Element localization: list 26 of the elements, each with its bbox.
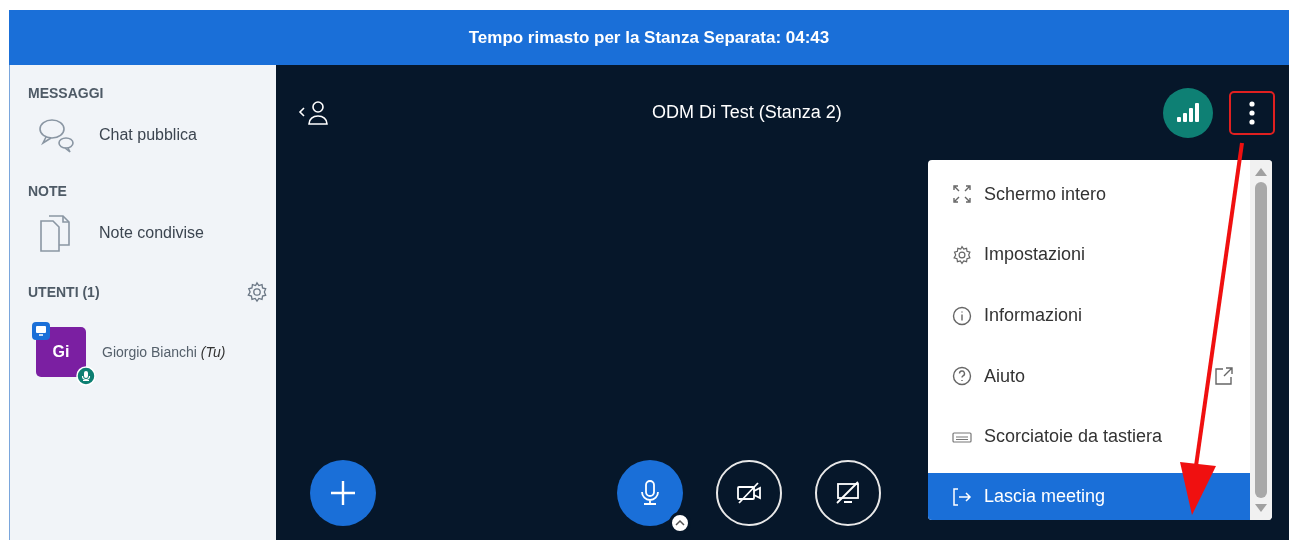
settings-icon [952, 244, 972, 265]
menu-item[interactable]: Scorciatoie da tastiera [928, 406, 1250, 468]
expand-icon [952, 184, 972, 205]
menu-item[interactable]: Schermo intero [928, 164, 1250, 225]
signal-bars-icon[interactable] [1163, 87, 1213, 138]
info-icon [952, 305, 972, 326]
meeting-title: ODM Di Test (Stanza 2) [652, 102, 843, 123]
section-heading: UTENTI (1) [28, 284, 100, 300]
help-icon [952, 366, 972, 387]
section-heading: NOTE [28, 183, 68, 199]
menu-item[interactable]: Impostazioni [928, 224, 1250, 286]
settings-icon[interactable] [246, 281, 268, 303]
screen-share-button[interactable] [815, 460, 881, 526]
sidebar-item[interactable]: Note condivise [99, 224, 204, 242]
plus-icon [328, 478, 358, 508]
exit-icon [952, 486, 972, 507]
sidebar-item[interactable]: Chat pubblica [99, 126, 197, 144]
menu-item[interactable]: Aiuto [928, 345, 1250, 407]
menu-item[interactable]: Lascia meeting [928, 473, 1250, 520]
menu-item[interactable]: Informazioni [928, 285, 1250, 346]
timer-text: Tempo rimasto per la Stanza Separata: 04:43 [468, 27, 830, 48]
user-name[interactable]: Giorgio Bianchi (Tu) [102, 344, 226, 360]
scrollbar-thumb[interactable] [1255, 182, 1267, 498]
camera-button[interactable] [716, 460, 782, 526]
section-heading: MESSAGGI [28, 85, 105, 101]
more-options-icon[interactable] [1247, 99, 1257, 126]
